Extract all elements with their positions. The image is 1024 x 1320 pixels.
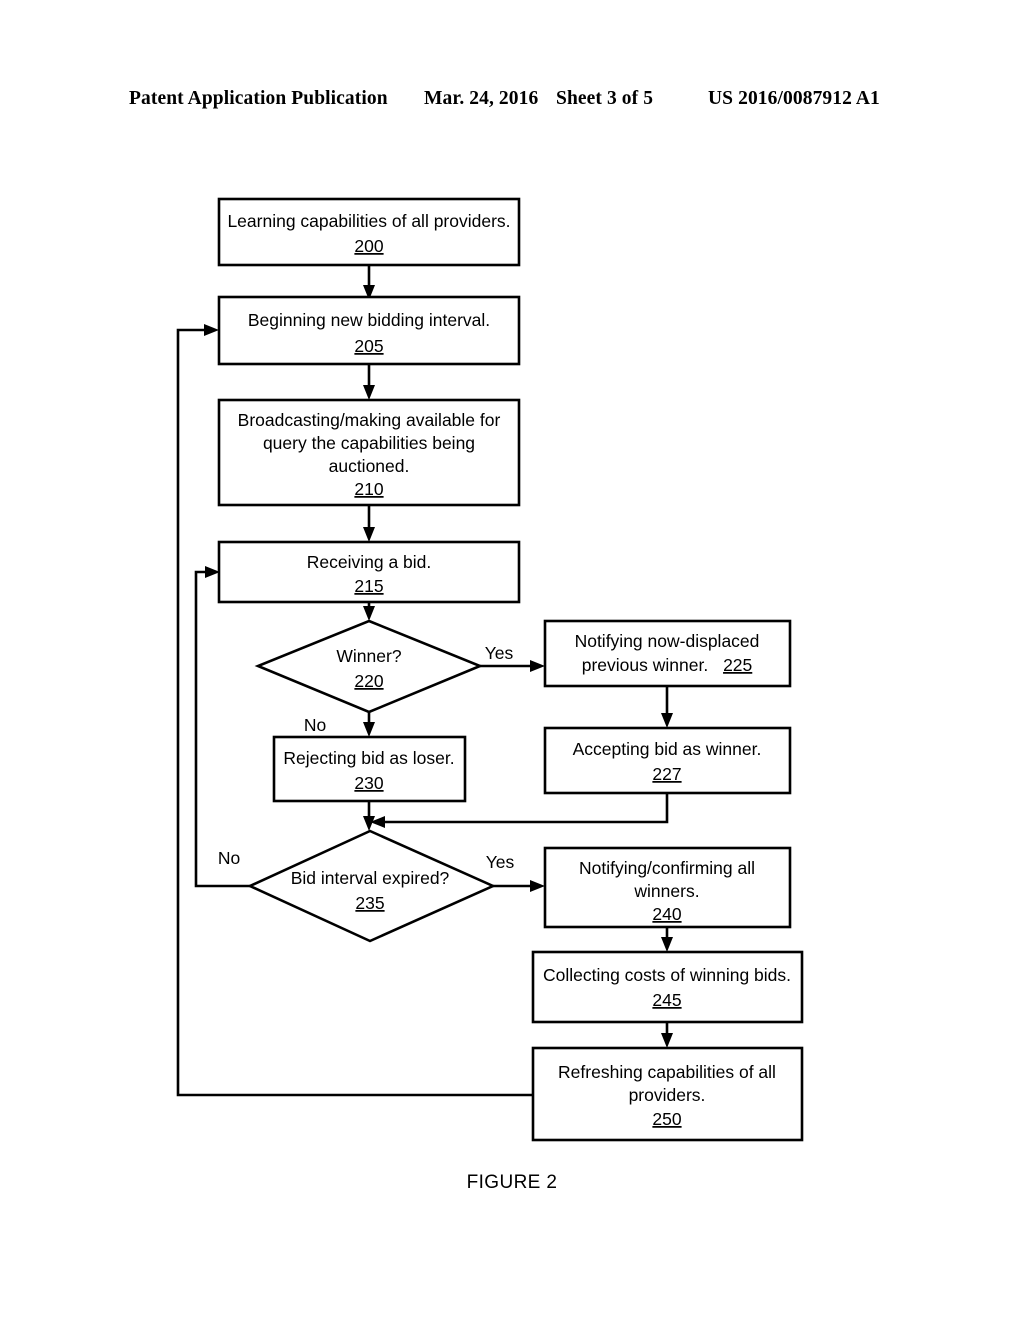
node-250-refreshing-capabilities: Refreshing capabilities of all providers… [531, 1046, 804, 1142]
node-220-line-0: Winner? [336, 646, 401, 666]
connector-225-to-227 [661, 686, 673, 728]
node-210-line-2: auctioned. [329, 456, 410, 476]
node-227-ref: 227 [652, 764, 681, 784]
connector-220-no-to-230 [363, 712, 375, 737]
node-215-line-0: Receiving a bid. [307, 552, 432, 572]
node-220-winner-decision: Winner? 220 [254, 619, 484, 714]
node-215-receiving-bid: Receiving a bid. 215 [217, 540, 521, 604]
node-215-ref: 215 [354, 576, 383, 596]
node-240-ref: 240 [652, 904, 681, 924]
connector-205-to-210 [363, 364, 375, 400]
node-225-ref: 225 [723, 655, 752, 675]
node-230-ref: 230 [354, 773, 383, 793]
node-245-ref: 245 [652, 990, 681, 1010]
node-245-collecting-costs: Collecting costs of winning bids. 245 [531, 950, 804, 1024]
node-200-ref: 200 [354, 236, 383, 256]
edge-label-interval-yes: Yes [486, 852, 515, 872]
node-225-line-1: previous winner. [582, 655, 708, 675]
edge-label-winner-no: No [304, 715, 326, 735]
edge-label-winner-yes: Yes [485, 643, 514, 663]
node-225-line-1-group: previous winner. 225 [582, 655, 753, 675]
connector-235-yes-to-240 [493, 880, 545, 892]
node-210-broadcasting-capabilities: Broadcasting/making available for query … [217, 398, 521, 507]
node-230-line-0: Rejecting bid as loser. [283, 748, 454, 768]
connector-235-no-to-215 [194, 566, 250, 888]
node-220-ref: 220 [354, 671, 383, 691]
node-235-ref: 235 [355, 893, 384, 913]
node-205-ref: 205 [354, 336, 383, 356]
node-227-accepting-bid-winner: Accepting bid as winner. 227 [543, 726, 792, 795]
node-240-line-1: winners. [633, 881, 699, 901]
figure-caption: FIGURE 2 [466, 1172, 558, 1193]
node-235-line-0: Bid interval expired? [291, 868, 450, 888]
connector-210-to-215 [363, 505, 375, 542]
connector-240-to-245 [661, 927, 673, 952]
node-225-notifying-displaced-winner: Notifying now-displaced previous winner.… [543, 619, 792, 688]
node-250-line-1: providers. [629, 1085, 706, 1105]
node-240-line-0: Notifying/confirming all [579, 858, 755, 878]
node-200-line-0: Learning capabilities of all providers. [227, 211, 510, 231]
node-230-rejecting-bid-loser: Rejecting bid as loser. 230 [272, 735, 467, 803]
node-227-line-0: Accepting bid as winner. [573, 739, 762, 759]
node-210-line-1: query the capabilities being [263, 433, 475, 453]
node-210-ref: 210 [354, 479, 383, 499]
connector-200-to-205 [363, 265, 375, 300]
node-245-line-0: Collecting costs of winning bids. [543, 965, 791, 985]
connector-230-to-235 [363, 801, 375, 831]
node-200-learning-capabilities: Learning capabilities of all providers. … [217, 197, 521, 267]
edge-label-interval-no: No [218, 848, 240, 868]
flowchart-diagram: Learning capabilities of all providers. … [176, 197, 804, 1142]
connector-245-to-250 [661, 1022, 673, 1048]
node-225-line-0: Notifying now-displaced [575, 631, 760, 651]
node-250-line-0: Refreshing capabilities of all [558, 1062, 776, 1082]
node-205-line-0: Beginning new bidding interval. [248, 310, 490, 330]
connector-215-to-220 [363, 602, 375, 621]
node-240-notifying-all-winners: Notifying/confirming all winners. 240 [543, 846, 792, 929]
node-235-bid-interval-expired-decision: Bid interval expired? 235 [246, 829, 497, 943]
node-210-line-0: Broadcasting/making available for [238, 410, 501, 430]
node-250-ref: 250 [652, 1109, 681, 1129]
node-205-beginning-bidding-interval: Beginning new bidding interval. 205 [217, 295, 521, 366]
